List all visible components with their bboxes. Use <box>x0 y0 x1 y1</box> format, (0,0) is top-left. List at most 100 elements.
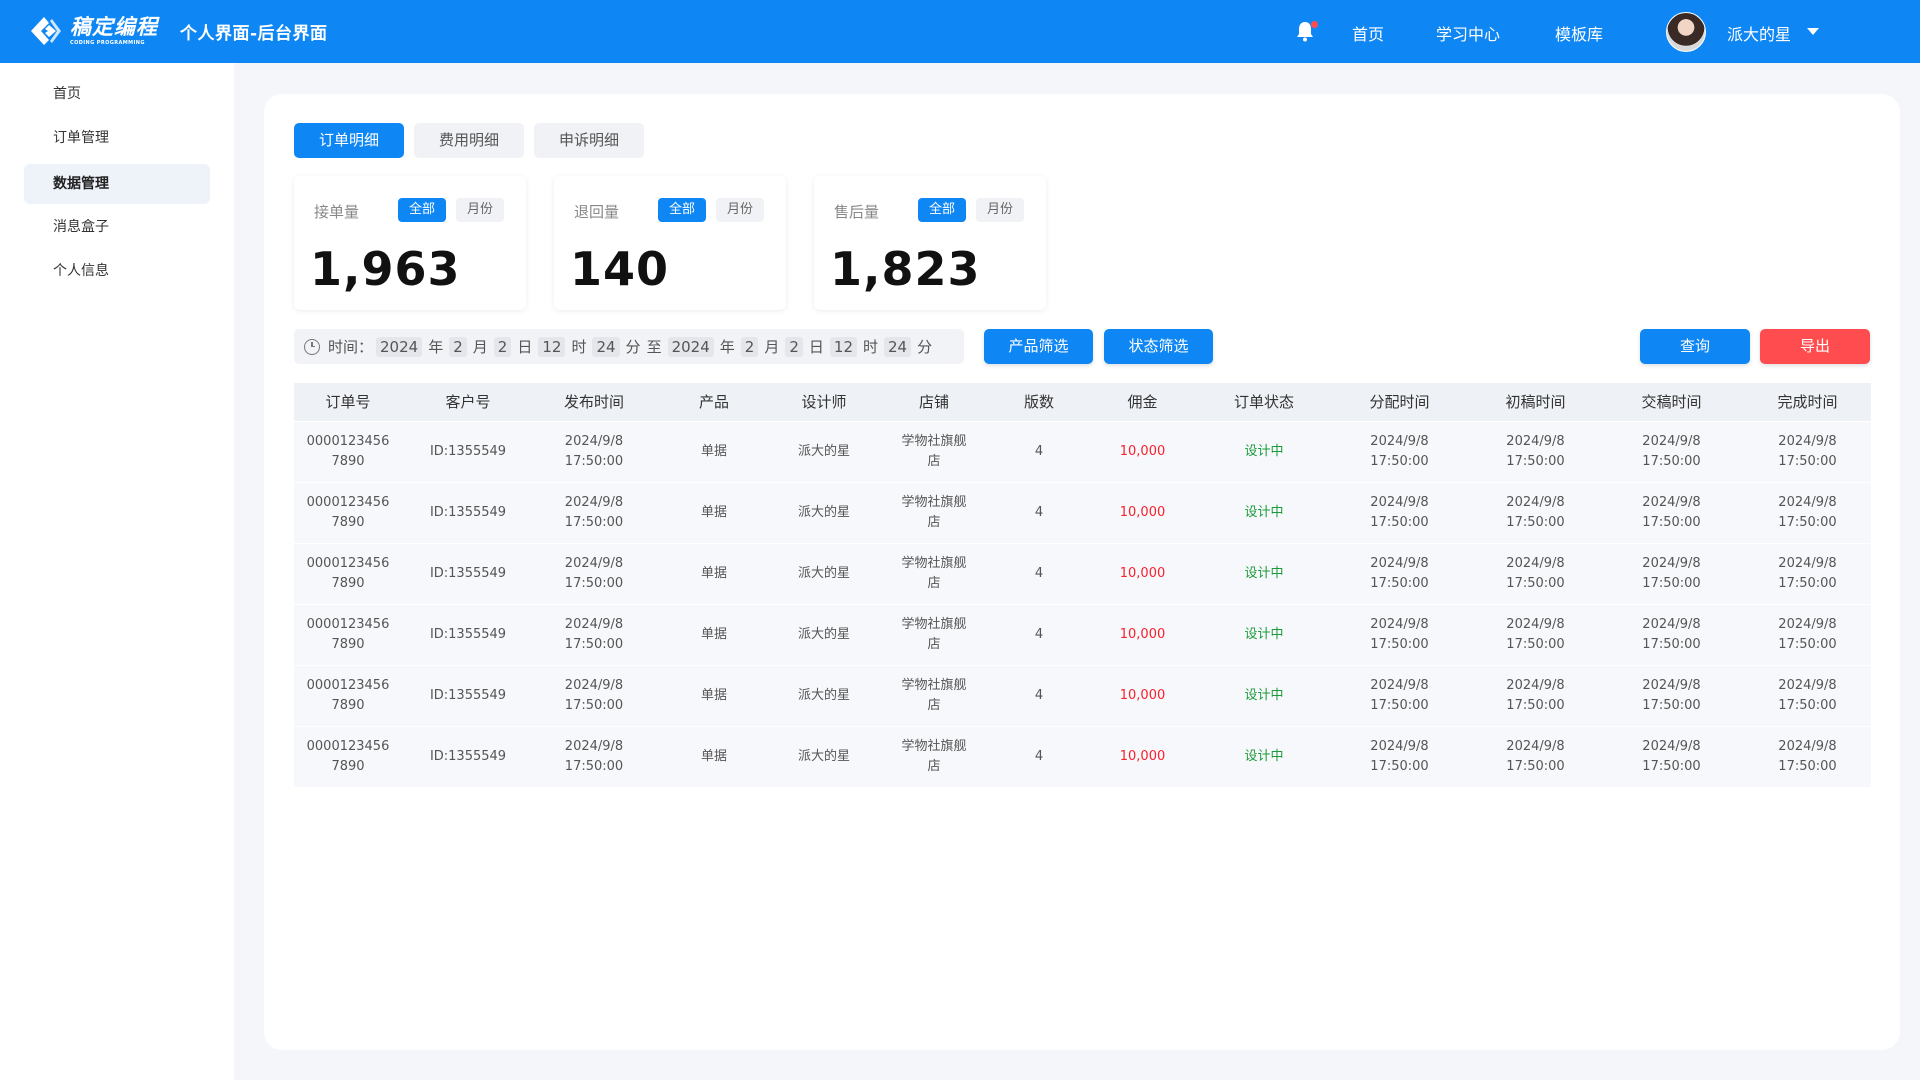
table-row[interactable]: 0000123456 7890 ID:1355549 2024/9/8 17:50:00… <box>294 482 1871 543</box>
to-minute-input[interactable]: 24 <box>884 336 912 357</box>
cell-text: 店 <box>927 576 941 591</box>
cell-text: 4 <box>1034 749 1044 764</box>
status-filter-button[interactable]: 状态筛选 <box>1104 329 1213 364</box>
cell-text: 2024/9/8 <box>1642 739 1701 754</box>
cell-order-status: 设计中 <box>1201 503 1327 523</box>
stat-label: 接单量 <box>314 203 360 221</box>
cell-text: 17:50:00 <box>1506 515 1565 530</box>
cell-text: 2024/9/8 <box>1778 556 1837 571</box>
cell-text: 2024/9/8 <box>564 556 624 571</box>
stat-filter-all[interactable]: 全部 <box>398 198 446 222</box>
from-year-input[interactable]: 2024 <box>376 336 423 357</box>
cell-deliver-time: 2024/9/8 17:50:00 <box>1599 615 1744 655</box>
cell-product: 单据 <box>654 747 774 767</box>
stat-filter-month[interactable]: 月份 <box>456 198 504 222</box>
cell-publish-time: 2024/9/8 17:50:00 <box>534 554 654 594</box>
stat-value: 140 <box>570 242 670 296</box>
tab-order-details[interactable]: 订单明细 <box>294 123 404 158</box>
cell-product: 单据 <box>654 442 774 462</box>
cell-text: 学物社旗舰 <box>901 434 967 449</box>
tab-fee-details[interactable]: 费用明细 <box>414 123 524 158</box>
product-filter-button[interactable]: 产品筛选 <box>984 329 1093 364</box>
table-row[interactable]: 0000123456 7890 ID:1355549 2024/9/8 17:50:00… <box>294 665 1871 726</box>
column-header: 订单号 <box>325 393 371 411</box>
cell-commission: 10,000 <box>1084 686 1201 706</box>
cell-designer: 派大的星 <box>774 503 874 523</box>
column-header: 初稿时间 <box>1505 393 1566 411</box>
to-month-input[interactable]: 2 <box>740 336 759 357</box>
cell-text: 17:50:00 <box>1642 576 1701 591</box>
to-hour-input[interactable]: 12 <box>829 336 857 357</box>
cell-text: 2024/9/8 <box>1370 678 1429 693</box>
cell-draft-time: 2024/9/8 17:50:00 <box>1472 554 1599 594</box>
sidebar-item-orders[interactable]: 订单管理 <box>24 118 210 158</box>
cell-text: 店 <box>927 454 941 469</box>
cell-commission: 10,000 <box>1084 442 1201 462</box>
nav-learning-center[interactable]: 学习中心 <box>1436 21 1500 45</box>
cell-text: 设计中 <box>1244 444 1284 459</box>
cell-text: 单据 <box>700 627 727 642</box>
table-row[interactable]: 0000123456 7890 ID:1355549 2024/9/8 17:50:00… <box>294 604 1871 665</box>
cell-text: 10,000 <box>1119 749 1166 764</box>
from-month-input[interactable]: 2 <box>449 336 467 357</box>
from-day-input[interactable]: 2 <box>493 336 512 357</box>
sidebar-item-home[interactable]: 首页 <box>24 74 210 114</box>
cell-text: 2024/9/8 <box>1642 556 1701 571</box>
cell-text: 2024/9/8 <box>564 739 624 754</box>
from-minute-input[interactable]: 24 <box>592 336 620 357</box>
stat-value: 1,823 <box>830 242 981 296</box>
cell-text: ID:1355549 <box>429 688 507 703</box>
cell-designer: 派大的星 <box>774 564 874 584</box>
cell-text: 17:50:00 <box>1642 759 1701 774</box>
stat-filter-month[interactable]: 月份 <box>716 198 764 222</box>
table-body: 0000123456 7890 ID:1355549 2024/9/8 17:50:00… <box>294 421 1871 787</box>
cell-text: 派大的星 <box>797 505 850 520</box>
nav-home[interactable]: 首页 <box>1352 21 1384 45</box>
logo-mark-icon <box>31 16 61 45</box>
logo-subtitle: CODING PROGRAMMING <box>70 40 145 46</box>
cell-text: 4 <box>1034 444 1044 459</box>
unit-minute: 分 <box>917 338 933 356</box>
cell-versions: 4 <box>994 686 1084 706</box>
sidebar-item-data[interactable]: 数据管理 <box>24 164 210 204</box>
query-button[interactable]: 查询 <box>1640 329 1750 364</box>
cell-text: 派大的星 <box>797 444 850 459</box>
tab-appeal-details[interactable]: 申诉明细 <box>534 123 644 158</box>
cell-product: 单据 <box>654 625 774 645</box>
chevron-down-icon[interactable] <box>1807 28 1819 35</box>
avatar[interactable] <box>1666 12 1706 52</box>
cell-text: 2024/9/8 <box>1778 434 1837 449</box>
stat-filter-all[interactable]: 全部 <box>918 198 966 222</box>
logo[interactable]: 稿定编程 CODING PROGRAMMING <box>28 14 158 50</box>
cell-deliver-time: 2024/9/8 17:50:00 <box>1599 676 1744 716</box>
cell-text: 2024/9/8 <box>1506 678 1565 693</box>
cell-designer: 派大的星 <box>774 442 874 462</box>
cell-versions: 4 <box>994 747 1084 767</box>
cell-text: 学物社旗舰 <box>901 739 967 754</box>
sidebar-item-messages[interactable]: 消息盒子 <box>24 207 210 247</box>
user-name[interactable]: 派大的星 <box>1727 21 1791 45</box>
to-day-input[interactable]: 2 <box>785 336 803 357</box>
nav-template-library[interactable]: 模板库 <box>1555 21 1603 45</box>
cell-text: 17:50:00 <box>564 576 624 591</box>
stat-filter-all[interactable]: 全部 <box>658 198 706 222</box>
cell-text: 17:50:00 <box>1370 576 1429 591</box>
cell-publish-time: 2024/9/8 17:50:00 <box>534 676 654 716</box>
from-hour-input[interactable]: 12 <box>538 336 566 357</box>
stat-filter-month[interactable]: 月份 <box>976 198 1024 222</box>
sidebar-item-profile[interactable]: 个人信息 <box>24 251 210 291</box>
cell-text: 0000123456 <box>306 495 390 510</box>
cell-text: 0000123456 <box>306 434 390 449</box>
cell-assign-time: 2024/9/8 17:50:00 <box>1327 737 1472 777</box>
cell-complete-time: 2024/9/8 17:50:00 <box>1744 676 1871 716</box>
table-row[interactable]: 0000123456 7890 ID:1355549 2024/9/8 17:50:00… <box>294 726 1871 787</box>
export-button[interactable]: 导出 <box>1760 329 1870 364</box>
unit-year: 年 <box>719 338 735 356</box>
cell-text: 店 <box>927 759 941 774</box>
top-bar: 稿定编程 CODING PROGRAMMING 个人界面-后台界面 首页 学习中… <box>0 0 1920 63</box>
table-row[interactable]: 0000123456 7890 ID:1355549 2024/9/8 17:50:00… <box>294 543 1871 604</box>
cell-text: 设计中 <box>1244 688 1284 703</box>
to-year-input[interactable]: 2024 <box>667 336 714 357</box>
table-row[interactable]: 0000123456 7890 ID:1355549 2024/9/8 17:50:00… <box>294 421 1871 482</box>
cell-text: 17:50:00 <box>1370 759 1429 774</box>
